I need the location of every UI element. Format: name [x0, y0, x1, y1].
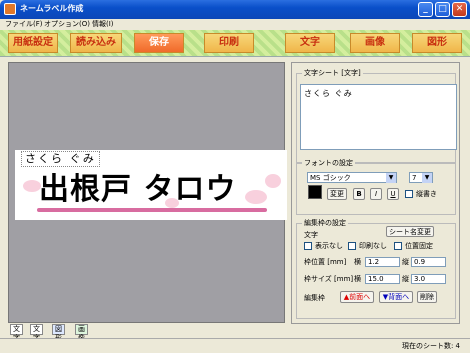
send-back-button[interactable]: ▼背面へ [379, 291, 413, 303]
ribbon-decoration [37, 208, 267, 212]
minimize-button[interactable]: _ [418, 2, 433, 17]
maximize-button[interactable]: □ [435, 2, 450, 17]
italic-button[interactable]: I [370, 188, 382, 200]
load-button[interactable]: 読み込み [70, 33, 122, 53]
font-size-select[interactable]: 7 ▼ [409, 172, 433, 183]
text-button[interactable]: 文字 [285, 33, 335, 53]
tab-text-1[interactable]: 文字 [10, 324, 23, 342]
frame-kind-label: 文字 [304, 231, 318, 239]
bring-front-button[interactable]: ▲前面へ [340, 291, 374, 303]
vertical-label: 縦書き [416, 190, 437, 198]
menu-option[interactable]: オプション(O) [44, 20, 90, 29]
petal-decoration [265, 174, 281, 188]
frame-order-label: 編集枠 [304, 294, 325, 302]
menu-bar: ファイル(F) オプション(O) 情報(I) [0, 19, 470, 30]
window-title: ネームラベル作成 [20, 4, 84, 13]
chevron-down-icon[interactable]: ▼ [422, 173, 432, 183]
font-color-swatch[interactable] [308, 185, 322, 199]
label-preview[interactable]: さくら ぐみ 出根戸 タロウ [15, 150, 287, 220]
delete-frame-button[interactable]: 削除 [417, 291, 437, 303]
noprint-label: 印刷なし [359, 242, 387, 250]
shape-button[interactable]: 図形 [412, 33, 462, 53]
frame-position-label: 枠位置 [mm] [304, 258, 347, 266]
size-x-input[interactable]: 15.0 [365, 274, 400, 284]
image-button[interactable]: 画像 [350, 33, 400, 53]
status-bar: 現在のシート数: 4 [0, 338, 470, 353]
text-content-area[interactable]: さくら ぐみ [300, 84, 457, 150]
hide-checkbox[interactable] [304, 242, 312, 250]
work-area[interactable]: さくら ぐみ 出根戸 タロウ [8, 62, 287, 323]
toolbar: 用紙設定 読み込み 保存 印刷 文字 画像 図形 [0, 30, 470, 57]
print-button[interactable]: 印刷 [204, 33, 254, 53]
position-y-label: 縦 [402, 258, 409, 266]
position-x-label: 横 [354, 258, 361, 266]
font-name-value: MS ゴシック [310, 174, 351, 182]
bold-button[interactable]: B [353, 188, 365, 200]
petal-decoration [245, 190, 267, 204]
lock-position-label: 位置固定 [405, 242, 433, 250]
font-name-select[interactable]: MS ゴシック ▼ [307, 172, 397, 183]
frame-size-label: 枠サイズ [mm] [304, 275, 354, 283]
close-button[interactable]: ✕ [452, 2, 467, 17]
tab-shape[interactable]: 図形 [52, 324, 65, 342]
hide-label: 表示なし [315, 242, 343, 250]
text-sheet-title: 文字シート [文字] [302, 69, 363, 78]
big-text-frame[interactable]: 出根戸 タロウ [39, 172, 236, 208]
menu-file[interactable]: ファイル(F) [5, 20, 43, 29]
save-button[interactable]: 保存 [134, 33, 184, 53]
size-y-label: 縦 [402, 275, 409, 283]
size-y-input[interactable]: 3.0 [411, 274, 446, 284]
font-size-value: 7 [412, 174, 417, 182]
sheet-count: 現在のシート数: 4 [401, 342, 460, 350]
noprint-checkbox[interactable] [348, 242, 356, 250]
paper-setup-button[interactable]: 用紙設定 [8, 33, 58, 53]
app-icon [4, 3, 16, 15]
vertical-checkbox[interactable] [405, 190, 413, 198]
chevron-down-icon[interactable]: ▼ [386, 173, 396, 183]
tab-image[interactable]: 画像 [75, 324, 88, 342]
menu-info[interactable]: 情報(I) [92, 20, 114, 29]
tab-text-2[interactable]: 文字 [30, 324, 43, 342]
title-bar: ネームラベル作成 _ □ ✕ [0, 0, 470, 19]
edit-frame-title: 編集枠の設定 [302, 219, 348, 228]
rename-sheet-button[interactable]: シート名変更 [386, 226, 434, 237]
edit-frame-group: 編集枠の設定 [296, 219, 456, 319]
underline-button[interactable]: U [387, 188, 399, 200]
position-y-input[interactable]: 0.9 [411, 257, 446, 267]
position-x-input[interactable]: 1.2 [365, 257, 400, 267]
font-change-button[interactable]: 変更 [327, 188, 347, 200]
small-text-frame[interactable]: さくら ぐみ [21, 151, 100, 167]
size-x-label: 横 [354, 275, 361, 283]
font-group-title: フォントの設定 [302, 159, 355, 168]
lock-position-checkbox[interactable] [394, 242, 402, 250]
